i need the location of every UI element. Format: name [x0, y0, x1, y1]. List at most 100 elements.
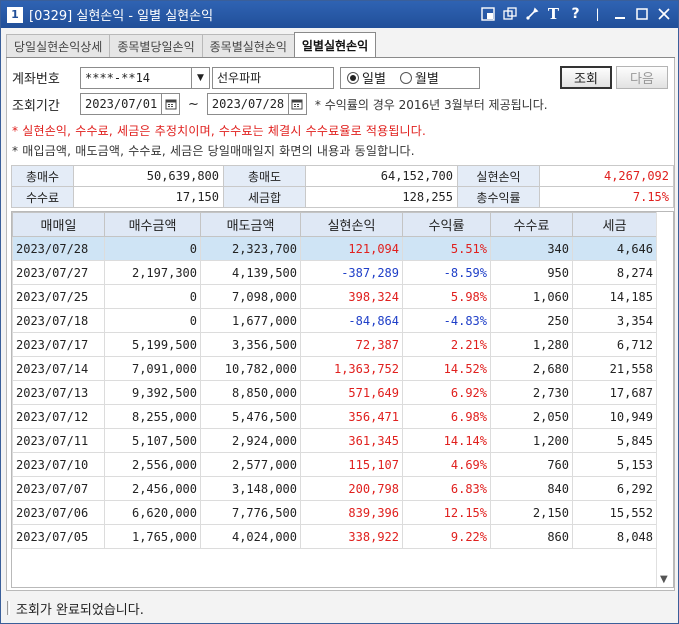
content-panel: 계좌번호 ****-**14 ▼ 선우파파 일별 월별 조회 다음 조회기간 2… — [6, 58, 675, 591]
col-buy-amount[interactable]: 매수금액 — [104, 212, 201, 237]
date-separator: ~ — [188, 96, 199, 112]
table-row[interactable]: 2023/07/10 2,556,000 2,577,000 115,107 4.69%… — [12, 452, 657, 477]
link-window-icon[interactable] — [479, 5, 496, 22]
cell-realized-pnl: 72,387 — [300, 332, 403, 357]
cell-fee: 2,050 — [490, 404, 573, 429]
cell-tax: 17,687 — [572, 380, 657, 405]
tab-daily-realized-pnl[interactable]: 일별실현손익 — [293, 32, 377, 57]
radio-daily-label: 일별 — [362, 72, 386, 87]
main-window: 1 [0329] 실현손익 - 일별 실현손익 T ? | 당일실현손익상세 종… — [0, 0, 679, 624]
total-return-value: 7.15% — [539, 186, 674, 208]
tab-stock-realized-pnl[interactable]: 종목별실현손익 — [201, 34, 295, 57]
status-bar: 조회가 완료되었습니다. — [1, 593, 678, 623]
cell-realized-pnl: 200,798 — [300, 476, 403, 501]
table-row[interactable]: 2023/07/13 9,392,500 8,850,000 571,649 6.92%… — [12, 380, 657, 405]
return-availability-note: * 수익률의 경우 2016년 3월부터 제공됩니다. — [314, 97, 548, 112]
cell-tax: 10,949 — [572, 404, 657, 429]
date-from-field[interactable]: 2023/07/01 — [80, 93, 162, 115]
fee-value: 17,150 — [73, 186, 224, 208]
cell-sell-amount: 5,476,500 — [200, 404, 301, 429]
cell-realized-pnl: 115,107 — [300, 452, 403, 477]
cell-return-rate: 5.98% — [402, 284, 491, 309]
col-return-rate[interactable]: 수익률 — [402, 212, 491, 237]
scroll-down-icon[interactable]: ▼ — [660, 574, 668, 585]
summary-table: 총매수 50,639,800 총매도 64,152,700 실현손익 4,267… — [11, 165, 674, 208]
summary-row: 수수료 17,150 세금합 128,255 총수익률 7.15% — [11, 186, 674, 208]
table-row[interactable]: 2023/07/17 5,199,500 3,356,500 72,387 2.21% 1… — [12, 332, 657, 357]
maximize-icon[interactable] — [633, 5, 650, 22]
cell-return-rate: 14.14% — [402, 428, 491, 453]
cell-return-rate: 6.98% — [402, 404, 491, 429]
cell-return-rate: 5.51% — [402, 236, 491, 261]
table-row[interactable]: 2023/07/25 0 7,098,000 398,324 5.98% 1,060 14,… — [12, 284, 657, 309]
cell-fee: 950 — [490, 260, 573, 285]
cell-fee: 2,730 — [490, 380, 573, 405]
col-fee[interactable]: 수수료 — [490, 212, 573, 237]
cell-return-rate: 2.21% — [402, 332, 491, 357]
cell-trade-date: 2023/07/10 — [12, 452, 105, 477]
table-row[interactable]: 2023/07/18 0 1,677,000 -84,864 -4.83% 250 3,35… — [12, 308, 657, 333]
cell-buy-amount: 5,107,500 — [104, 428, 201, 453]
cell-sell-amount: 7,098,000 — [200, 284, 301, 309]
cell-realized-pnl: 338,922 — [300, 524, 403, 549]
radio-daily[interactable]: 일별 — [347, 68, 386, 87]
table-row[interactable]: 2023/07/12 8,255,000 5,476,500 356,471 6.98%… — [12, 404, 657, 429]
copy-window-icon[interactable] — [501, 5, 518, 22]
date-to-calendar-button[interactable] — [288, 93, 307, 115]
cell-sell-amount: 2,577,000 — [200, 452, 301, 477]
table-row[interactable]: 2023/07/11 5,107,500 2,924,000 361,345 14.14… — [12, 428, 657, 453]
cell-realized-pnl: 361,345 — [300, 428, 403, 453]
cell-fee: 1,200 — [490, 428, 573, 453]
close-icon[interactable] — [655, 5, 672, 22]
col-realized-pnl[interactable]: 실현손익 — [300, 212, 403, 237]
next-button[interactable]: 다음 — [616, 66, 668, 89]
grid-body: 2023/07/28 0 2,323,700 121,094 5.51% 340 4,646… — [12, 236, 657, 549]
cell-trade-date: 2023/07/07 — [12, 476, 105, 501]
table-row[interactable]: 2023/07/05 1,765,000 4,024,000 338,922 9.22%… — [12, 524, 657, 549]
query-button[interactable]: 조회 — [560, 66, 612, 89]
cell-trade-date: 2023/07/11 — [12, 428, 105, 453]
total-sell-label: 총매도 — [223, 165, 306, 187]
help-icon[interactable]: ? — [567, 5, 584, 22]
cell-realized-pnl: -84,864 — [300, 308, 403, 333]
cell-sell-amount: 8,850,000 — [200, 380, 301, 405]
col-tax[interactable]: 세금 — [572, 212, 657, 237]
cell-tax: 6,712 — [572, 332, 657, 357]
radio-monthly[interactable]: 월별 — [399, 68, 439, 87]
date-to-field[interactable]: 2023/07/28 — [206, 93, 289, 115]
cell-tax: 5,153 — [572, 452, 657, 477]
vertical-scrollbar[interactable]: ▼ — [656, 212, 673, 587]
settings-icon[interactable] — [523, 5, 540, 22]
cell-trade-date: 2023/07/06 — [12, 500, 105, 525]
table-row[interactable]: 2023/07/07 2,456,000 3,148,000 200,798 6.83%… — [12, 476, 657, 501]
cell-sell-amount: 1,677,000 — [200, 308, 301, 333]
daily-pnl-grid[interactable]: 매매일 매수금액 매도금액 실현손익 수익률 수수료 세금 2023/07/28… — [11, 211, 674, 588]
tab-daily-realized-detail[interactable]: 당일실현손익상세 — [6, 34, 111, 57]
cell-realized-pnl: 839,396 — [300, 500, 403, 525]
cell-buy-amount: 0 — [104, 236, 201, 261]
font-size-icon[interactable]: T — [545, 5, 562, 23]
tab-stock-daily-pnl[interactable]: 종목별당일손익 — [109, 34, 203, 57]
date-from-calendar-button[interactable] — [162, 93, 180, 115]
cell-tax: 8,048 — [572, 524, 657, 549]
cell-fee: 2,680 — [490, 356, 573, 381]
table-row[interactable]: 2023/07/06 6,620,000 7,776,500 839,396 12.15… — [12, 500, 657, 525]
account-dropdown-button[interactable]: ▼ — [192, 66, 210, 89]
cell-tax: 5,845 — [572, 428, 657, 453]
table-row[interactable]: 2023/07/28 0 2,323,700 121,094 5.51% 340 4,646 — [12, 236, 657, 261]
col-trade-date[interactable]: 매매일 — [12, 212, 105, 237]
table-row[interactable]: 2023/07/14 7,091,000 10,782,000 1,363,752 14… — [12, 356, 657, 381]
cell-return-rate: 6.92% — [402, 380, 491, 405]
realized-pnl-value: 4,267,092 — [539, 165, 674, 187]
col-sell-amount[interactable]: 매도금액 — [200, 212, 301, 237]
cell-tax: 21,558 — [572, 356, 657, 381]
cell-buy-amount: 8,255,000 — [104, 404, 201, 429]
cell-buy-amount: 7,091,000 — [104, 356, 201, 381]
minimize-icon[interactable] — [611, 5, 628, 22]
tab-bar: 당일실현손익상세 종목별당일손익 종목별실현손익 일별실현손익 — [6, 32, 377, 57]
table-row[interactable]: 2023/07/27 2,197,300 4,139,500 -387,289 -8.5… — [12, 260, 657, 285]
cell-realized-pnl: 356,471 — [300, 404, 403, 429]
title-bar[interactable]: 1 [0329] 실현손익 - 일별 실현손익 T ? | — [1, 1, 678, 28]
cell-return-rate: 12.15% — [402, 500, 491, 525]
account-number-field[interactable]: ****-**14 — [80, 66, 192, 89]
